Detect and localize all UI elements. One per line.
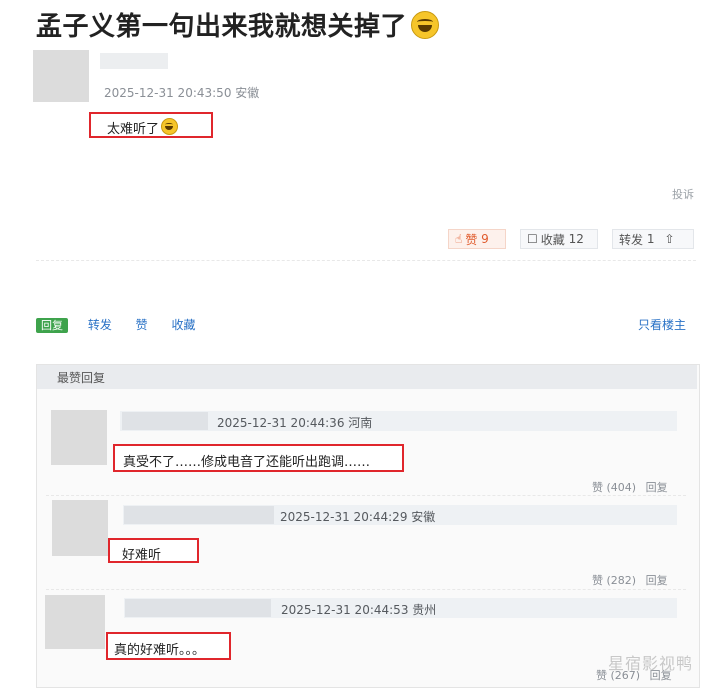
best-replies-header: 最赞回复: [37, 365, 697, 389]
laugh-emoji-icon: [161, 118, 179, 135]
best-replies-title: 最赞回复: [57, 371, 106, 385]
reply-content-highlight: 真受不了……修成电音了还能听出跑调……: [113, 444, 404, 472]
reply-like-button[interactable]: 赞 (404): [592, 481, 636, 494]
laugh-emoji-icon: [411, 11, 440, 39]
divider: [46, 495, 686, 496]
favorite-button[interactable]: ☐ 收藏 12: [520, 229, 598, 249]
bookmark-icon: ☐: [527, 232, 538, 246]
reply-username-blurred[interactable]: [122, 412, 208, 430]
op-username-blurred[interactable]: [100, 53, 168, 69]
favorite-tab[interactable]: 收藏: [172, 318, 196, 332]
post-title-text: 孟子义第一句出来我就想关掉了: [36, 12, 408, 42]
reply-actions: 赞 (282) 回复: [592, 572, 668, 588]
op-avatar[interactable]: [33, 50, 89, 102]
favorite-button-label: 收藏: [540, 232, 565, 247]
reply-meta: 2025-12-31 20:44:53 贵州: [281, 603, 437, 617]
like-tab[interactable]: 赞: [136, 318, 148, 332]
share-icon: ⇧: [664, 232, 675, 246]
share-button-label: 转发: [619, 232, 644, 247]
reply-actions: 赞 (404) 回复: [592, 479, 668, 495]
reply-username-blurred[interactable]: [125, 599, 271, 617]
divider: [36, 260, 696, 261]
watermark: 星宿影视鸭: [608, 654, 694, 673]
op-post-meta: 2025-12-31 20:43:50 安徽: [104, 86, 260, 100]
thumb-up-icon: ☝: [455, 232, 463, 246]
reply-username-blurred[interactable]: [124, 506, 274, 524]
reply-tab[interactable]: 回复: [36, 318, 68, 333]
report-link[interactable]: 投诉: [672, 186, 694, 202]
favorite-count: 12: [568, 232, 584, 246]
reply-content-text: 真的好难听。。。: [114, 643, 206, 658]
divider: [46, 589, 686, 590]
reply-like-button[interactable]: 赞 (282): [592, 574, 636, 587]
reply-meta: 2025-12-31 20:44:29 安徽: [280, 510, 436, 524]
like-button-label: 赞: [465, 232, 478, 247]
share-button[interactable]: 转发 1 ⇧: [612, 229, 694, 249]
post-toolbar: 回复 转发 赞 收藏 只看楼主: [36, 316, 696, 333]
reply-reply-button[interactable]: 回复: [646, 481, 668, 494]
post-title: 孟子义第一句出来我就想关掉了: [36, 6, 440, 43]
like-button[interactable]: ☝ 赞 9: [448, 229, 506, 249]
share-count: 1: [646, 232, 655, 246]
only-op-link[interactable]: 只看楼主: [638, 316, 686, 333]
reply-content-text: 好难听: [122, 548, 162, 563]
reply-content-highlight: 好难听: [108, 538, 199, 563]
reply-reply-button[interactable]: 回复: [646, 574, 668, 587]
like-count: 9: [481, 232, 489, 246]
reply-meta: 2025-12-31 20:44:36 河南: [217, 416, 373, 430]
share-tab[interactable]: 转发: [88, 318, 112, 332]
reply-content-text: 真受不了……修成电音了还能听出跑调……: [123, 455, 371, 470]
reply-avatar[interactable]: [45, 595, 105, 649]
reply-content-highlight: 真的好难听。。。: [106, 632, 231, 660]
reply-avatar[interactable]: [52, 500, 108, 556]
reply-avatar[interactable]: [51, 410, 107, 465]
op-content-highlight: 太难听了: [89, 112, 213, 138]
op-content-text: 太难听了: [107, 122, 160, 137]
